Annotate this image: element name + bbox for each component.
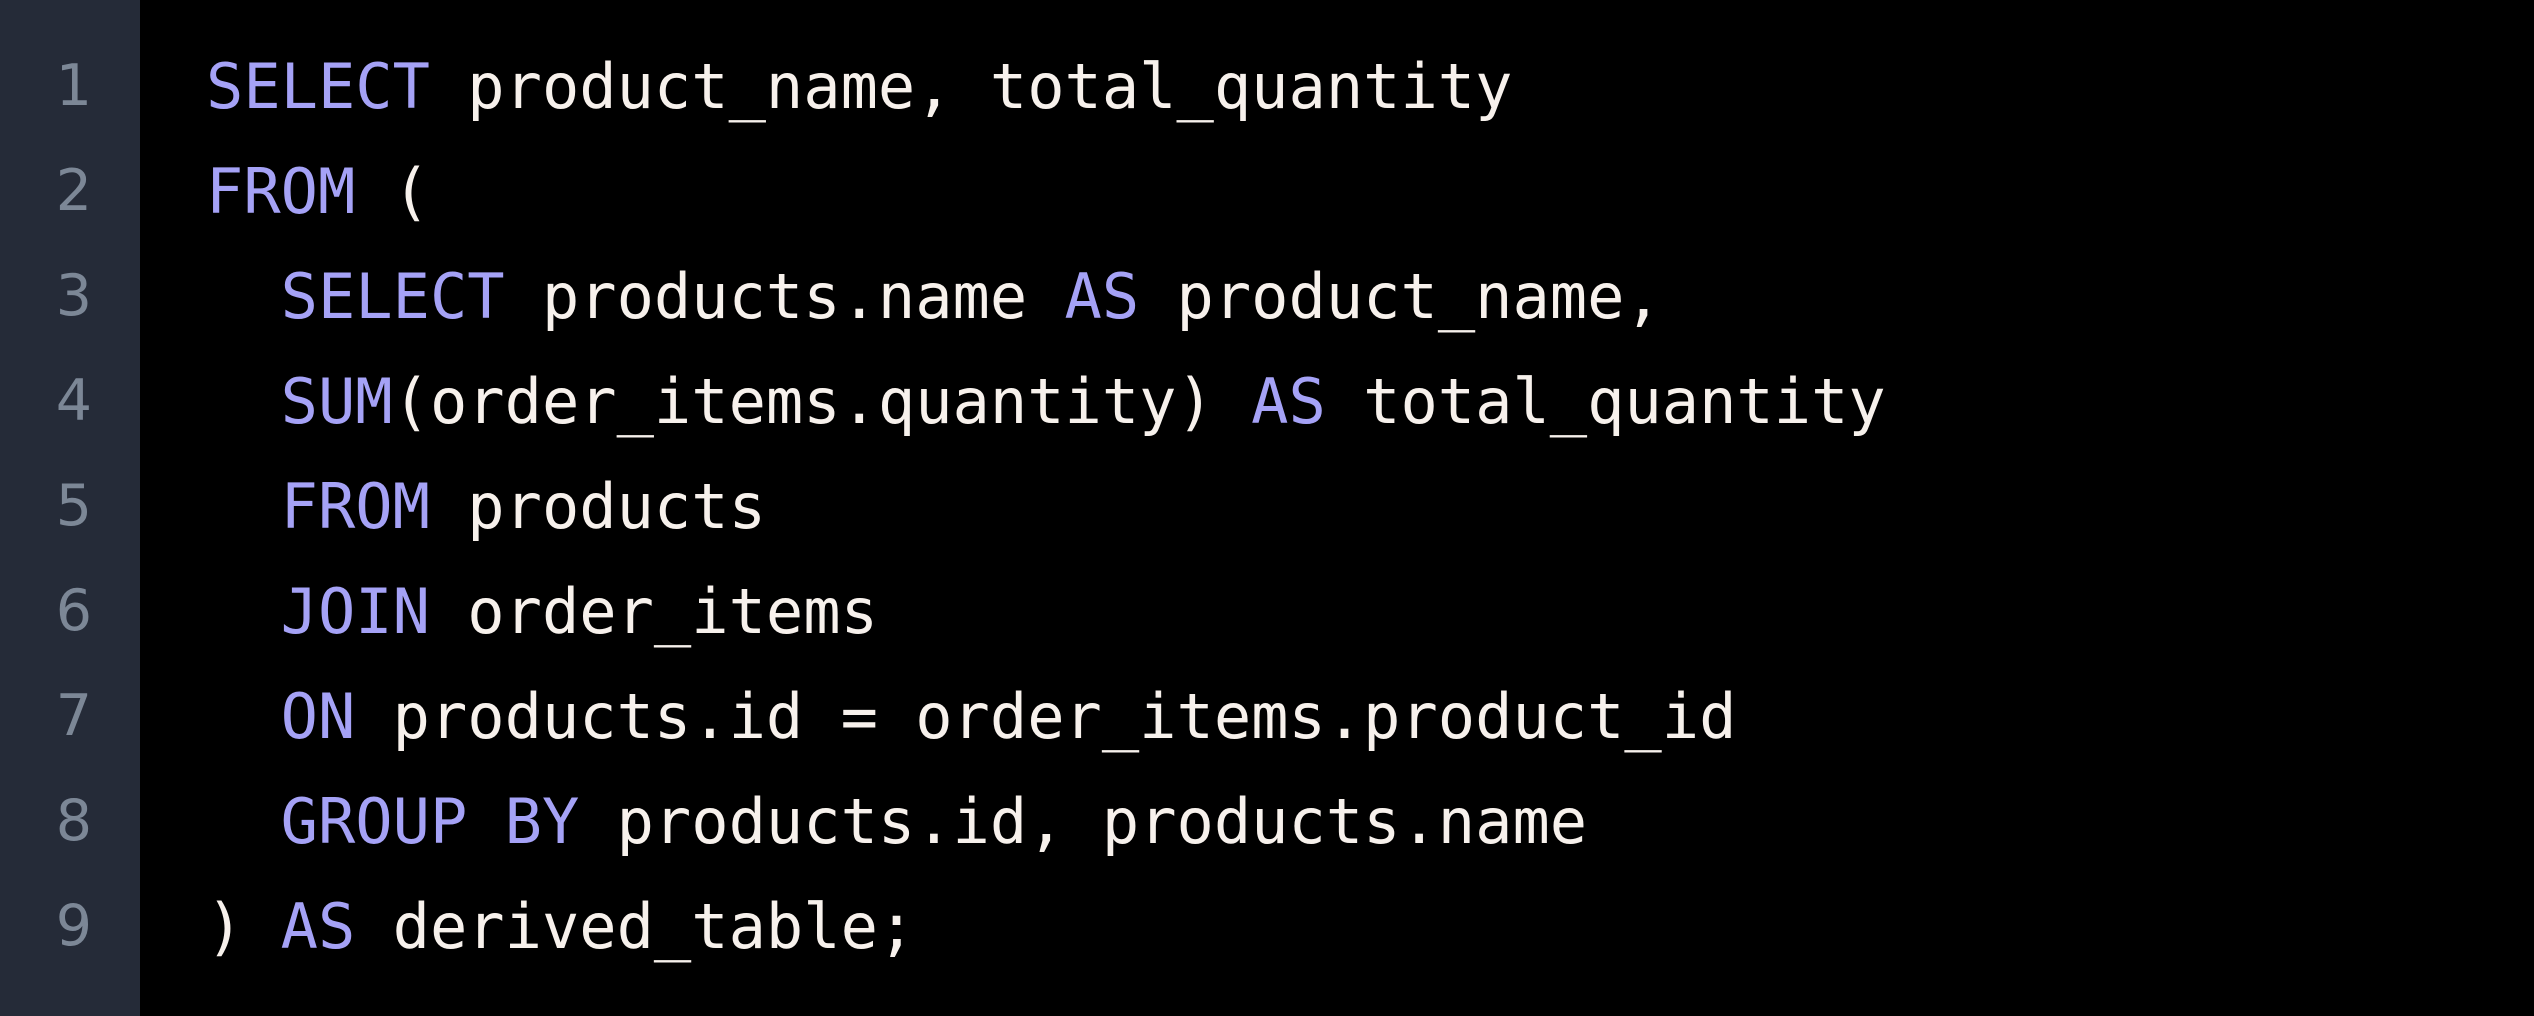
sql-keyword-token: AS	[1251, 365, 1326, 438]
code-line[interactable]: GROUP BY products.id, products.name	[206, 769, 2534, 874]
sql-keyword-token: SUM	[280, 365, 393, 438]
sql-keyword-token: FROM	[280, 470, 430, 543]
code-line[interactable]: ) AS derived_table;	[206, 874, 2534, 979]
sql-keyword-token: AS	[280, 890, 356, 963]
code-token: products	[429, 470, 766, 543]
line-number: 7	[55, 683, 92, 749]
code-line[interactable]: SUM(order_items.quantity) AS total_quant…	[206, 349, 2534, 454]
code-token: product_name, total_quantity	[429, 50, 1513, 123]
code-token: )	[206, 890, 281, 963]
code-line[interactable]: SELECT products.name AS product_name,	[206, 244, 2534, 349]
sql-keyword-token: ON	[280, 680, 356, 753]
sql-keyword-token: FROM	[206, 155, 356, 228]
code-token: (order_items.quantity)	[392, 365, 1252, 438]
code-token: (	[355, 155, 430, 228]
line-number: 8	[55, 788, 92, 854]
line-number-gutter: 1 2 3 4 5 6 7 8 9	[0, 0, 140, 1016]
line-number: 2	[55, 158, 92, 224]
code-line[interactable]: SELECT product_name, total_quantity	[206, 34, 2534, 139]
sql-keyword-token: GROUP BY	[280, 785, 580, 858]
sql-keyword-token: JOIN	[280, 575, 430, 648]
code-token: order_items	[429, 575, 878, 648]
code-line[interactable]: FROM products	[206, 454, 2534, 559]
line-number: 3	[55, 263, 92, 329]
code-line[interactable]: FROM (	[206, 139, 2534, 244]
sql-keyword-token: SELECT	[206, 50, 430, 123]
line-number: 6	[55, 578, 92, 644]
code-content-area[interactable]: SELECT product_name, total_quantity FROM …	[140, 0, 2534, 1016]
code-token: products.id = order_items.product_id	[355, 680, 1737, 753]
code-token: product_name,	[1139, 260, 1662, 333]
line-number: 5	[55, 473, 92, 539]
code-token: products.id, products.name	[579, 785, 1588, 858]
code-line[interactable]: JOIN order_items	[206, 559, 2534, 664]
code-editor[interactable]: 1 2 3 4 5 6 7 8 9 SELECT product_name, total_qua…	[0, 0, 2534, 1016]
line-number: 9	[55, 893, 92, 959]
sql-keyword-token: AS	[1064, 260, 1140, 333]
sql-keyword-token: SELECT	[280, 260, 505, 333]
code-line[interactable]: ON products.id = order_items.product_id	[206, 664, 2534, 769]
code-token: total_quantity	[1325, 365, 1886, 438]
line-number: 4	[55, 368, 92, 434]
code-token: products.name	[504, 260, 1065, 333]
code-token: derived_table;	[355, 890, 916, 963]
line-number: 1	[55, 53, 92, 119]
